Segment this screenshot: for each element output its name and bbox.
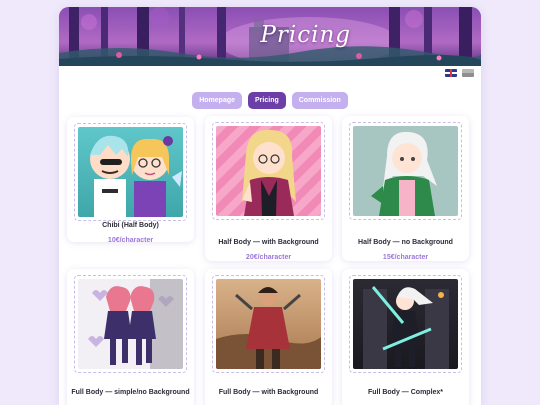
half-body-no-background-artwork-image <box>353 126 458 216</box>
card-image-frame <box>74 275 187 373</box>
card-title: Half Body — with Background <box>218 239 319 246</box>
main-nav: Homepage Pricing Commission <box>59 92 481 109</box>
page-container: Pricing Homepage Pricing Commission Chib… <box>59 7 481 405</box>
grey-flag-icon[interactable] <box>462 69 474 77</box>
card-price: 15€/character <box>382 254 429 261</box>
page-title: Pricing <box>260 22 351 48</box>
chibi-artwork-image <box>78 127 183 217</box>
card-image-frame <box>212 122 325 220</box>
pricing-card-chibi[interactable]: Chibi (Half Body) 10€/character <box>67 117 194 244</box>
pricing-card-full-body-background[interactable]: Full Body — with Background <box>205 269 332 405</box>
card-title: Full Body — simple/no Background <box>71 389 190 396</box>
card-title: Full Body — with Background <box>218 389 319 396</box>
uk-flag-icon[interactable] <box>445 69 457 77</box>
header-banner: Pricing <box>59 7 481 66</box>
card-price: 20€/character <box>245 254 292 261</box>
full-body-background-artwork-image <box>216 279 321 369</box>
pricing-card-half-body-background[interactable]: Half Body — with Background 20€/characte… <box>205 116 332 261</box>
nav-homepage-button[interactable]: Homepage <box>192 92 243 109</box>
language-switcher <box>445 69 474 77</box>
nav-pricing-button[interactable]: Pricing <box>248 92 286 109</box>
full-body-complex-artwork-image <box>353 279 458 369</box>
pricing-card-half-body-no-background[interactable]: Half Body — no Background 15€/character <box>342 116 469 261</box>
card-price: 10€/character <box>107 237 154 244</box>
card-title: Chibi (Half Body) <box>102 222 159 229</box>
nav-commission-button[interactable]: Commission <box>291 92 348 109</box>
card-title: Half Body — no Background <box>358 239 453 246</box>
card-image-frame <box>212 275 325 373</box>
card-image-frame <box>349 122 462 220</box>
card-image-frame <box>349 275 462 373</box>
pricing-card-full-body-simple[interactable]: Full Body — simple/no Background <box>67 269 194 405</box>
card-image-frame <box>74 123 187 221</box>
card-title: Full Body — Complex* <box>367 389 444 396</box>
full-body-simple-artwork-image <box>78 279 183 369</box>
half-body-background-artwork-image <box>216 126 321 216</box>
pricing-card-full-body-complex[interactable]: Full Body — Complex* <box>342 269 469 405</box>
